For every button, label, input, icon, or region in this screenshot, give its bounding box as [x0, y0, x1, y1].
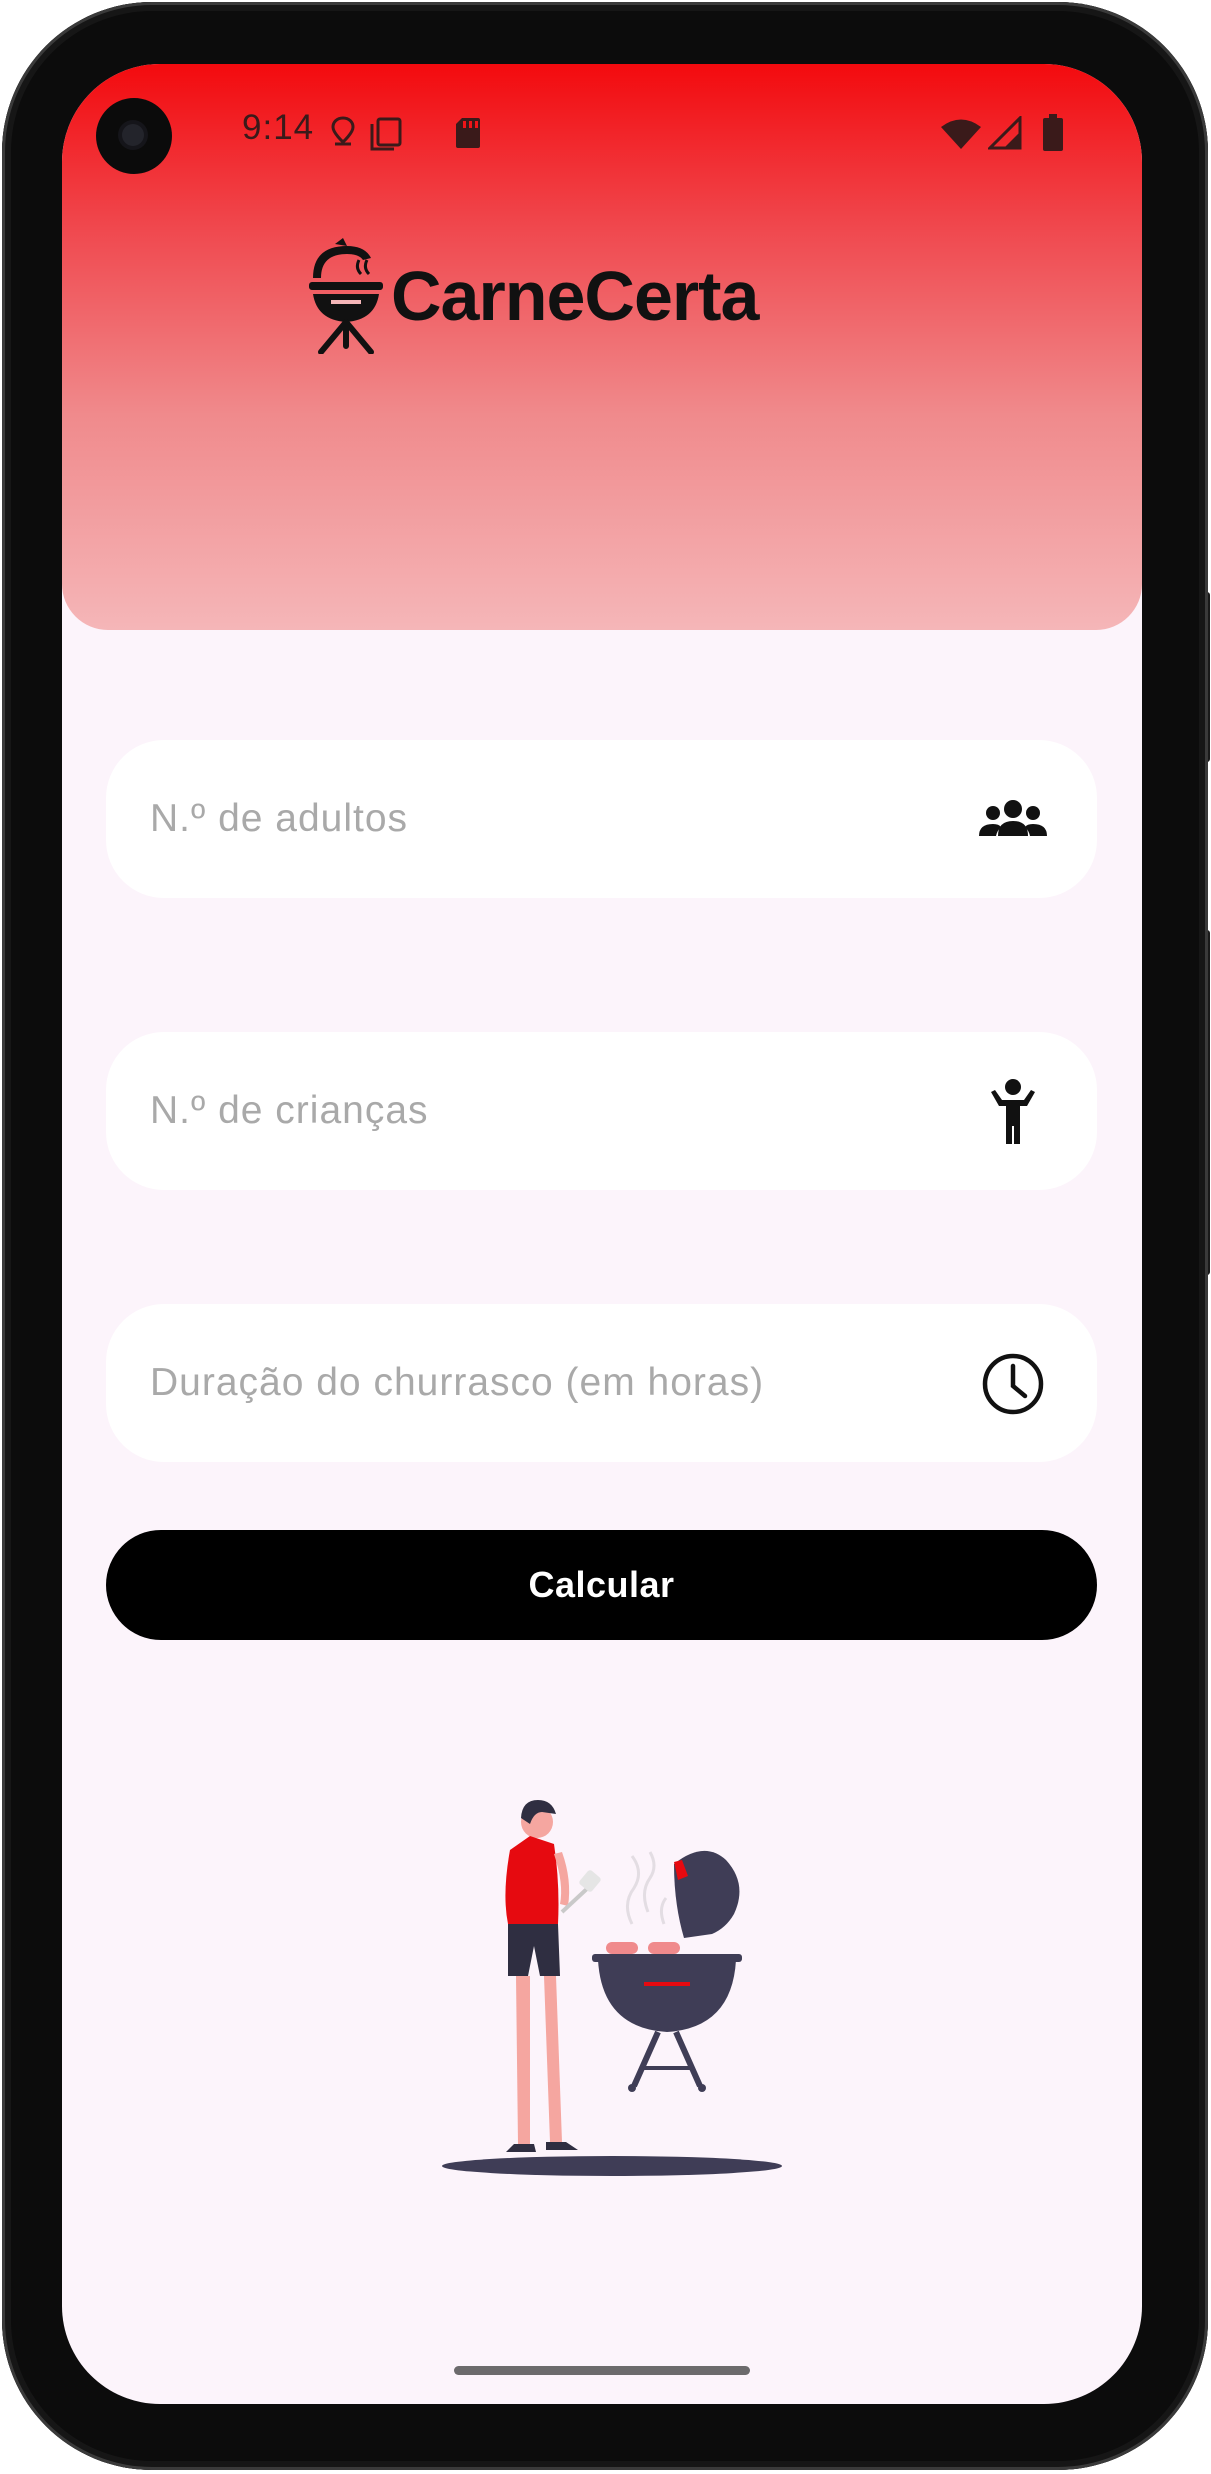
group-icon	[979, 800, 1047, 836]
children-field[interactable]	[106, 1032, 1097, 1190]
child-icon	[991, 1079, 1035, 1144]
calculate-button[interactable]: Calcular	[106, 1530, 1097, 1640]
signal-icon	[988, 116, 1022, 150]
duration-input[interactable]	[106, 1304, 956, 1462]
children-input[interactable]	[106, 1032, 956, 1190]
battery-icon	[1043, 114, 1063, 151]
clock-icon	[982, 1353, 1044, 1415]
adults-field[interactable]	[106, 740, 1097, 898]
duration-field[interactable]	[106, 1304, 1097, 1462]
copy-icon	[370, 117, 402, 151]
location-icon	[331, 116, 355, 146]
app-title: CarneCerta	[391, 257, 759, 335]
adults-input[interactable]	[106, 740, 956, 898]
front-camera	[96, 98, 172, 174]
app-logo: CarneCerta	[307, 236, 759, 356]
app-header: 9:14 CarneCerta	[62, 64, 1142, 630]
phone-frame: 9:14 CarneCerta N.º de adultos N.º de cr…	[2, 2, 1208, 2470]
grill-icon	[309, 238, 383, 354]
status-time: 9:14	[242, 108, 315, 147]
sd-card-icon	[456, 118, 480, 148]
person-grilling-illustration	[442, 1800, 782, 2176]
home-indicator[interactable]	[454, 2366, 750, 2375]
wifi-icon	[941, 119, 981, 149]
app-screen: 9:14 CarneCerta N.º de adultos N.º de cr…	[62, 64, 1142, 2404]
